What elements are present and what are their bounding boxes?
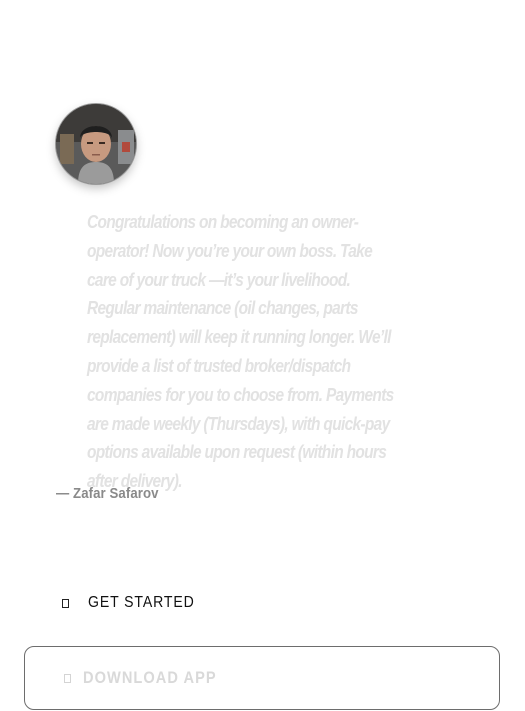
testimonial-quote: Congratulations on becoming an owner-ope… <box>87 212 394 492</box>
get-started-link[interactable]: GET STARTED <box>62 592 209 614</box>
person-photo-icon <box>56 104 136 184</box>
download-app-button[interactable]: DOWNLOAD APP <box>24 646 500 710</box>
get-started-label: GET STARTED <box>88 594 195 611</box>
square-icon <box>62 598 69 608</box>
square-icon <box>64 673 71 683</box>
author-avatar <box>56 104 136 184</box>
testimonial-author: — Zafar Safarov <box>56 485 159 502</box>
download-app-label: DOWNLOAD APP <box>83 668 217 687</box>
